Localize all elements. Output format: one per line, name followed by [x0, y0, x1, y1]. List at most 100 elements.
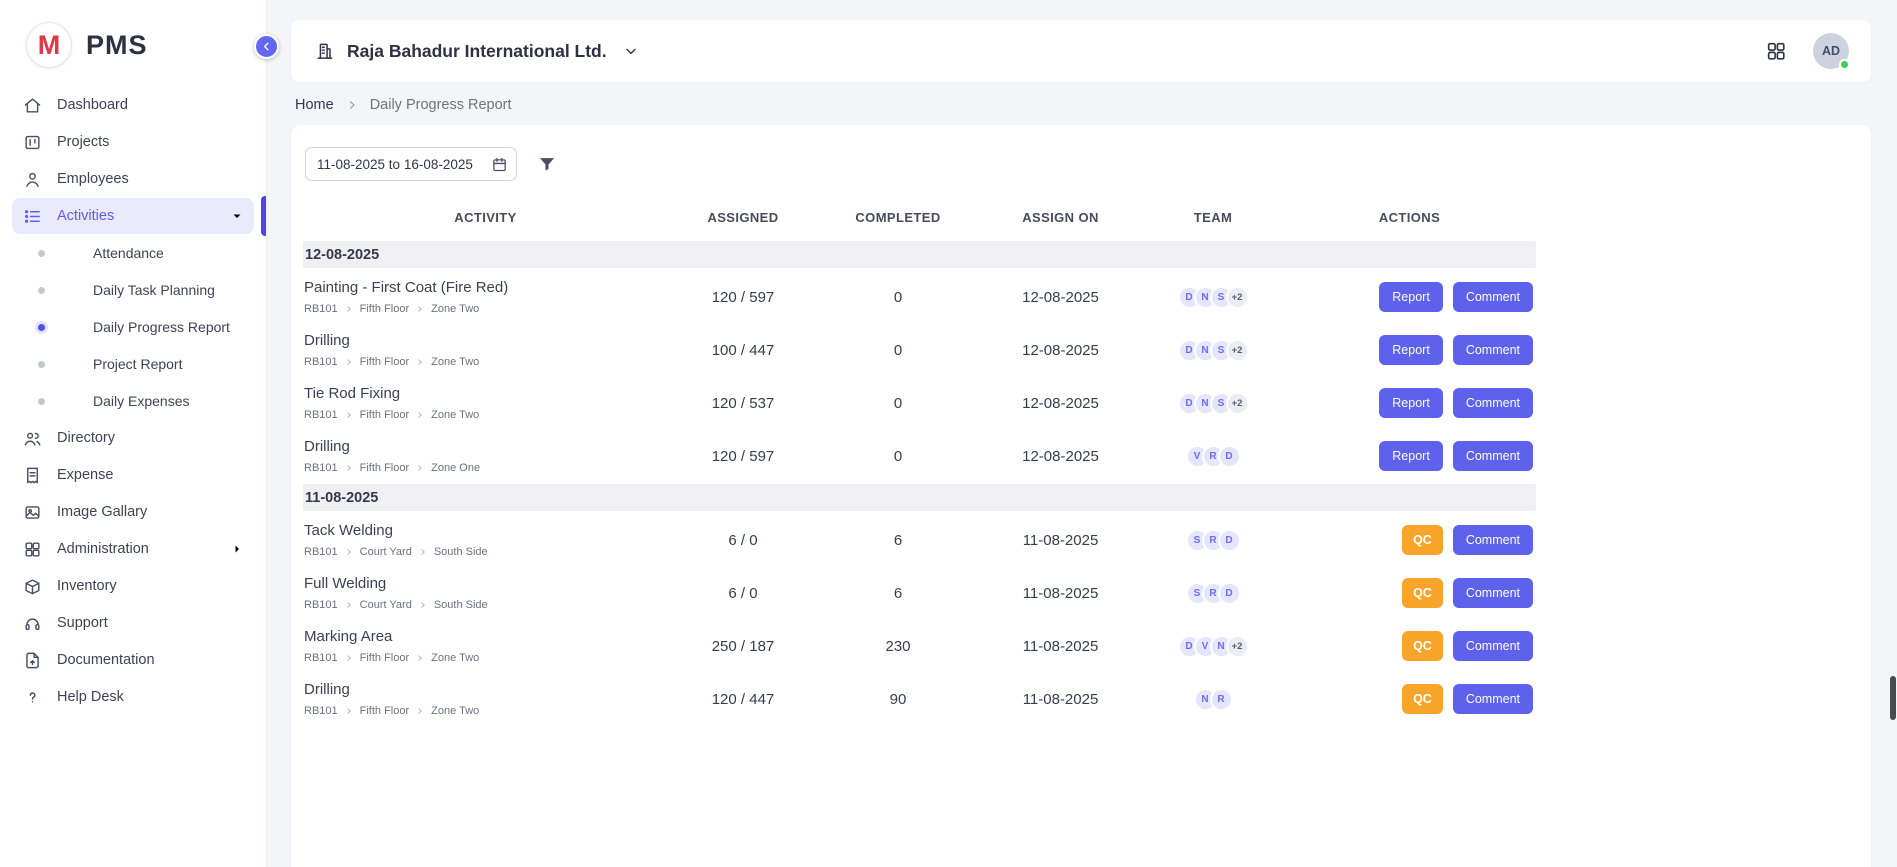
table-row: Drilling RB101 Fifth Floor Zone Two 100 …: [303, 323, 1536, 376]
activity-path: RB101 Court Yard South Side: [304, 546, 668, 558]
date-range-picker[interactable]: [305, 147, 517, 181]
col-header-assign-on: ASSIGN ON: [978, 210, 1143, 225]
team-avatars[interactable]: N R: [1143, 688, 1283, 711]
comment-button[interactable]: Comment: [1453, 441, 1533, 471]
breadcrumb-home[interactable]: Home: [295, 97, 334, 113]
company-selector[interactable]: Raja Bahadur International Ltd.: [315, 41, 639, 62]
assigned-value: 100 / 447: [668, 342, 818, 359]
comment-button[interactable]: Comment: [1453, 578, 1533, 608]
chevron-down-icon: [230, 209, 244, 223]
sidebar-subitem-daily-expenses[interactable]: Daily Expenses: [12, 383, 254, 419]
sidebar-item-documentation[interactable]: Documentation: [12, 642, 254, 678]
activity-title: Full Welding: [304, 575, 668, 592]
activity-path: RB101 Fifth Floor Zone Two: [304, 705, 668, 717]
sidebar-item-inventory[interactable]: Inventory: [12, 568, 254, 604]
sidebar-item-directory[interactable]: Directory: [12, 420, 254, 456]
date-range-input[interactable]: [317, 157, 481, 172]
sidebar-subitem-attendance[interactable]: Attendance: [12, 235, 254, 271]
calendar-icon: [491, 156, 508, 173]
chevron-right-icon: [419, 548, 427, 556]
team-avatars[interactable]: S R D: [1143, 529, 1283, 552]
comment-button[interactable]: Comment: [1453, 525, 1533, 555]
path-zone: Zone Two: [431, 409, 479, 421]
qc-button[interactable]: QC: [1402, 631, 1443, 661]
team-avatars[interactable]: S R D: [1143, 582, 1283, 605]
report-button[interactable]: Report: [1379, 335, 1443, 365]
team-avatars[interactable]: D N S +2: [1143, 339, 1283, 362]
comment-button[interactable]: Comment: [1453, 282, 1533, 312]
comment-button[interactable]: Comment: [1453, 388, 1533, 418]
team-avatars[interactable]: V R D: [1143, 445, 1283, 468]
sidebar-item-expense[interactable]: Expense: [12, 457, 254, 493]
path-zone: Zone One: [431, 462, 480, 474]
helpdesk-icon: [23, 688, 42, 707]
chevron-right-icon: [230, 542, 244, 556]
logo[interactable]: M PMS: [0, 0, 266, 86]
chevron-right-icon: [346, 99, 358, 111]
sidebar-item-employees[interactable]: Employees: [12, 161, 254, 197]
path-project: RB101: [304, 652, 338, 664]
team-avatars[interactable]: D V N +2: [1143, 635, 1283, 658]
qc-button[interactable]: QC: [1402, 525, 1443, 555]
team-avatar-more: +2: [1226, 635, 1249, 658]
sidebar-subitem-label: Daily Task Planning: [93, 282, 215, 298]
sidebar-item-help-desk[interactable]: Help Desk: [12, 679, 254, 715]
table-row: Tie Rod Fixing RB101 Fifth Floor Zone Tw…: [303, 376, 1536, 429]
sidebar-item-administration[interactable]: Administration: [12, 531, 254, 567]
path-floor: Fifth Floor: [360, 462, 410, 474]
path-floor: Court Yard: [360, 599, 412, 611]
chevron-right-icon: [416, 305, 424, 313]
sidebar-item-activities[interactable]: Activities: [12, 198, 254, 234]
activity-title: Tie Rod Fixing: [304, 385, 668, 402]
activities-table: ACTIVITY ASSIGNED COMPLETED ASSIGN ON TE…: [303, 195, 1536, 725]
col-header-team: TEAM: [1143, 210, 1283, 225]
assigned-value: 6 / 0: [668, 532, 818, 549]
sidebar-subitem-label: Attendance: [93, 245, 164, 261]
qc-button[interactable]: QC: [1402, 578, 1443, 608]
sidebar-item-label: Image Gallary: [57, 504, 147, 520]
sidebar-item-label: Documentation: [57, 652, 155, 668]
user-avatar[interactable]: AD: [1813, 33, 1849, 69]
sidebar-collapse-button[interactable]: [254, 34, 279, 59]
table-row: Full Welding RB101 Court Yard South Side…: [303, 566, 1536, 619]
apps-grid-icon[interactable]: [1765, 40, 1787, 62]
comment-button[interactable]: Comment: [1453, 335, 1533, 365]
report-button[interactable]: Report: [1379, 388, 1443, 418]
team-avatars[interactable]: D N S +2: [1143, 392, 1283, 415]
chevron-left-icon: [260, 40, 273, 53]
directory-icon: [23, 429, 42, 448]
building-icon: [315, 41, 335, 61]
path-floor: Fifth Floor: [360, 705, 410, 717]
sidebar-subitem-daily-progress-report[interactable]: Daily Progress Report: [12, 309, 254, 345]
activity-path: RB101 Fifth Floor Zone Two: [304, 356, 668, 368]
comment-button[interactable]: Comment: [1453, 631, 1533, 661]
assign-on-value: 12-08-2025: [978, 289, 1143, 306]
topbar: Raja Bahadur International Ltd. AD: [291, 20, 1871, 82]
completed-value: 0: [818, 395, 978, 412]
filter-funnel-icon[interactable]: [537, 154, 557, 174]
path-floor: Court Yard: [360, 546, 412, 558]
sidebar-item-label: Projects: [57, 134, 109, 150]
col-header-activity: ACTIVITY: [303, 210, 668, 225]
sidebar-subitem-project-report[interactable]: Project Report: [12, 346, 254, 382]
team-avatars[interactable]: D N S +2: [1143, 286, 1283, 309]
scrollbar-thumb[interactable]: [1890, 676, 1896, 720]
sidebar-item-label: Dashboard: [57, 97, 128, 113]
sidebar-item-projects[interactable]: Projects: [12, 124, 254, 160]
completed-value: 230: [818, 638, 978, 655]
comment-button[interactable]: Comment: [1453, 684, 1533, 714]
sidebar-item-image-gallary[interactable]: Image Gallary: [12, 494, 254, 530]
report-button[interactable]: Report: [1379, 282, 1443, 312]
chevron-right-icon: [416, 411, 424, 419]
report-button[interactable]: Report: [1379, 441, 1443, 471]
qc-button[interactable]: QC: [1402, 684, 1443, 714]
sidebar-item-dashboard[interactable]: Dashboard: [12, 87, 254, 123]
sidebar-item-support[interactable]: Support: [12, 605, 254, 641]
sidebar-item-label: Support: [57, 615, 108, 631]
completed-value: 6: [818, 532, 978, 549]
activity-title: Tack Welding: [304, 522, 668, 539]
administration-icon: [23, 540, 42, 559]
sidebar-subitem-daily-task-planning[interactable]: Daily Task Planning: [12, 272, 254, 308]
company-name: Raja Bahadur International Ltd.: [347, 41, 607, 62]
table-row: Drilling RB101 Fifth Floor Zone Two 120 …: [303, 672, 1536, 725]
